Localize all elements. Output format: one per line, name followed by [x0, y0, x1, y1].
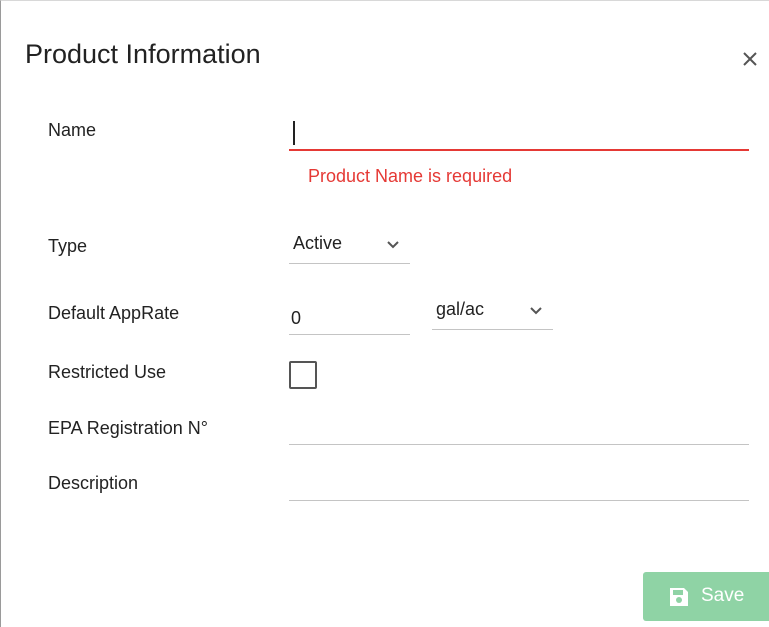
- type-select[interactable]: Active: [289, 232, 410, 264]
- epa-registration-input[interactable]: [289, 412, 749, 445]
- save-button[interactable]: Save: [643, 572, 769, 621]
- chevron-down-icon: [387, 241, 399, 249]
- apprate-unit-value: gal/ac: [436, 299, 485, 319]
- epa-registration-label: EPA Registration N°: [48, 418, 208, 438]
- type-select-value: Active: [293, 233, 343, 253]
- name-error-message: Product Name is required: [308, 166, 513, 186]
- default-apprate-label: Default AppRate: [48, 303, 180, 323]
- save-button-label: Save: [701, 585, 745, 606]
- type-label: Type: [48, 236, 88, 256]
- default-apprate-input[interactable]: [289, 303, 410, 335]
- dialog-title: Product Information: [25, 39, 261, 69]
- description-label: Description: [48, 473, 139, 493]
- chevron-down-icon: [530, 307, 542, 315]
- text-caret: [293, 121, 295, 145]
- name-input[interactable]: [289, 119, 749, 151]
- name-label: Name: [48, 120, 97, 140]
- restricted-use-checkbox[interactable]: [289, 361, 317, 389]
- restricted-use-label: Restricted Use: [48, 362, 167, 382]
- apprate-unit-select[interactable]: gal/ac: [432, 298, 553, 330]
- close-icon[interactable]: [738, 47, 762, 71]
- product-information-dialog: Product Information Name Product Name is…: [0, 0, 769, 627]
- description-input[interactable]: [289, 468, 749, 501]
- floppy-disk-icon: [670, 588, 688, 606]
